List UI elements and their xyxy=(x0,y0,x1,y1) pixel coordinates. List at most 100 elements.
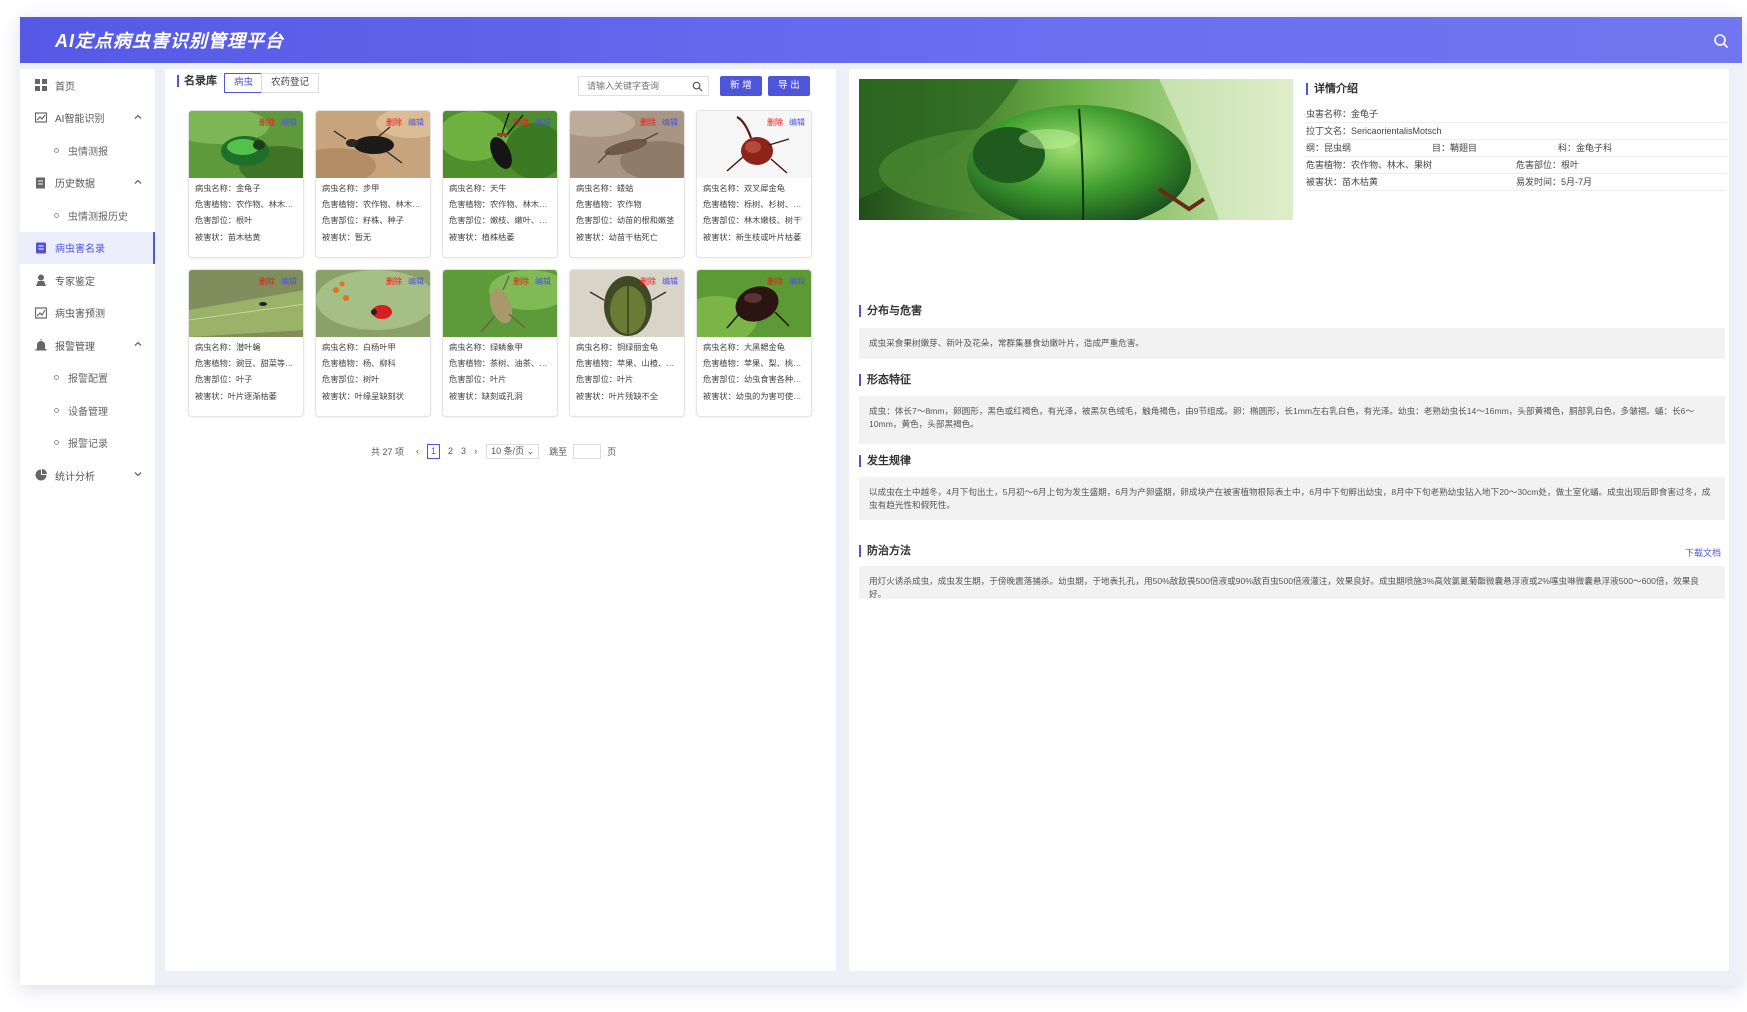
pest-info: 病虫名称：潜叶蝇 危害植物：豌豆、甜菜等蔬菜 危害部位：叶子 被害状：叶片逐渐枯… xyxy=(195,340,301,405)
sidebar-item-device-management[interactable]: 设备管理 xyxy=(20,394,155,427)
add-button[interactable]: 新 增 xyxy=(720,76,762,96)
pest-card[interactable]: 删除 编辑 病虫名称：铜绿丽金龟 危害植物：苹果、山楂、海棠 危害部位：叶片 被… xyxy=(569,269,685,417)
season-value: 易发时间：5月-7月 xyxy=(1516,177,1593,187)
search-icon[interactable] xyxy=(1710,30,1732,52)
search-field[interactable] xyxy=(578,76,709,96)
pest-card[interactable]: 删除 编辑 病虫名称：天牛 危害植物：农作物、林木、果树 危害部位：嫩枝、嫩叶、… xyxy=(442,110,558,258)
sidebar-item-label: 报警管理 xyxy=(55,341,95,353)
delete-button[interactable]: 删除 xyxy=(767,117,783,128)
sidebar-item-forecast[interactable]: 病虫害预测 xyxy=(20,297,155,330)
delete-button[interactable]: 删除 xyxy=(386,276,402,287)
pest-card[interactable]: 删除 编辑 病虫名称：白杨叶甲 危害植物：杨、柳科 危害部位：树叶 被害状：叶缘… xyxy=(315,269,431,417)
pest-name: 病虫名称：白杨叶甲 xyxy=(322,343,396,352)
edit-button[interactable]: 编辑 xyxy=(408,117,424,128)
pest-card[interactable]: 删除 编辑 病虫名称：步甲 危害植物：农作物、林木、果树 危害部位：籽株、种子 … xyxy=(315,110,431,258)
pest-card[interactable]: 删除 编辑 病虫名称：大黑鳃金龟 危害植物：苹果、梨、桃等果树 危害部位：幼虫食… xyxy=(696,269,812,417)
edit-button[interactable]: 编辑 xyxy=(281,117,297,128)
sidebar-item-alarm-records[interactable]: 报警记录 xyxy=(20,427,155,460)
edit-button[interactable]: 编辑 xyxy=(662,276,678,287)
edit-button[interactable]: 编辑 xyxy=(281,276,297,287)
pest-card[interactable]: 删除 编辑 病虫名称：双叉犀金龟 危害植物：栎树、杉树、榆树 危害部位：林木嫩枝… xyxy=(696,110,812,258)
pest-card[interactable]: 删除 编辑 病虫名称：绿鳞象甲 危害植物：茶树、油茶、柑橘 危害部位：叶片 被害… xyxy=(442,269,558,417)
edit-button[interactable]: 编辑 xyxy=(535,117,551,128)
detail-panel: 详情介绍 虫害名称：金龟子 拉丁文名：SericaorientalisMotsc… xyxy=(849,69,1729,971)
delete-button[interactable]: 删除 xyxy=(513,117,529,128)
pest-info: 病虫名称：步甲 危害植物：农作物、林木、果树 危害部位：籽株、种子 被害状：暂无 xyxy=(322,181,428,246)
jump-page-input[interactable] xyxy=(573,443,602,459)
delete-button[interactable]: 删除 xyxy=(767,276,783,287)
pest-name: 病虫名称：天牛 xyxy=(449,184,507,193)
page-size-select[interactable]: 10 条/页 ⌄ xyxy=(486,443,540,459)
chevron-up-icon xyxy=(134,179,142,184)
detail-title: 详情介绍 xyxy=(1306,83,1358,95)
sidebar-item-home[interactable]: 首页 xyxy=(20,69,155,102)
pest-symptom: 被害状：幼虫的为害可使幼苗枯死 xyxy=(703,391,809,401)
delete-button[interactable]: 删除 xyxy=(259,276,275,287)
edit-button[interactable]: 编辑 xyxy=(789,117,805,128)
pest-plant: 危害植物：栎树、杉树、榆树 xyxy=(703,200,809,210)
delete-button[interactable]: 删除 xyxy=(259,117,275,128)
sidebar-item-alarm-config[interactable]: 报警配置 xyxy=(20,362,155,395)
pest-hero-photo xyxy=(859,79,1293,220)
sidebar-item-expert[interactable]: 专家鉴定 xyxy=(20,264,155,297)
pest-name: 病虫名称：双叉犀金龟 xyxy=(703,184,785,193)
sidebar-item-pest-report-history[interactable]: 虫情测报历史 xyxy=(20,199,155,232)
edit-button[interactable]: 编辑 xyxy=(535,276,551,287)
edit-button[interactable]: 编辑 xyxy=(789,276,805,287)
tab-pesticide-registration[interactable]: 农药登记 xyxy=(261,73,320,93)
order-value: 目：鞘翅目 xyxy=(1432,143,1478,153)
pest-info: 病虫名称：金龟子 危害植物：农作物、林木、果树 危害部位：根叶 被害状：苗木枯黄 xyxy=(195,181,301,246)
page-3[interactable]: 3 xyxy=(461,446,466,456)
section-text-distribution: 成虫采食果树嫩芽、新叶及花朵，常群集暴食幼嫩叶片，造成严重危害。 xyxy=(859,328,1725,359)
sidebar-item-pest-report[interactable]: 虫情测报 xyxy=(20,134,155,167)
export-button[interactable]: 导 出 xyxy=(768,76,810,96)
pagination: 共 27 项 ‹ 1 2 3 › 10 条/页 ⌄ 跳至 页 xyxy=(371,443,616,459)
prev-page-icon[interactable]: ‹ xyxy=(416,446,419,456)
bullet-icon xyxy=(54,407,59,413)
pest-plant: 危害植物：苹果、梨、桃等果树 xyxy=(703,359,809,369)
sidebar-item-label: AI智能识别 xyxy=(55,114,105,126)
section-title-morphology: 形态特征 xyxy=(859,374,911,386)
sidebar-item-history[interactable]: 历史数据 xyxy=(20,167,155,200)
bullet-icon xyxy=(54,147,59,153)
edit-button[interactable]: 编辑 xyxy=(408,276,424,287)
sidebar-item-ai-recognition[interactable]: AI智能识别 xyxy=(20,102,155,135)
detail-row: 拉丁文名：SericaorientalisMotsch xyxy=(1306,123,1726,140)
pest-card[interactable]: 删除 编辑 病虫名称：金龟子 危害植物：农作物、林木、果树 危害部位：根叶 被害… xyxy=(188,110,304,258)
pest-name: 病虫名称：潜叶蝇 xyxy=(195,343,261,352)
delete-button[interactable]: 删除 xyxy=(513,276,529,287)
pest-part: 危害部位：嫩枝、嫩叶、树干 xyxy=(449,216,555,226)
tab-pests[interactable]: 病虫 xyxy=(224,73,264,93)
pest-symptom: 被害状：苗木枯黄 xyxy=(195,232,261,242)
pest-card[interactable]: 删除 编辑 病虫名称：蝼蛄 危害植物：农作物 危害部位：幼苗的根和嫩茎 被害状：… xyxy=(569,110,685,258)
pest-part: 危害部位：籽株、种子 xyxy=(322,216,404,226)
edit-button[interactable]: 编辑 xyxy=(662,117,678,128)
chevron-up-icon xyxy=(134,114,142,119)
sidebar-item-statistics[interactable]: 统计分析 xyxy=(20,459,155,492)
pest-symptom: 被害状：幼苗干枯死亡 xyxy=(576,232,658,242)
sidebar-item-alarm[interactable]: 报警管理 xyxy=(20,329,155,362)
page-2[interactable]: 2 xyxy=(448,446,453,456)
pest-plant: 危害植物：苹果、山楂、海棠 xyxy=(576,359,682,369)
alarm-icon xyxy=(35,339,47,351)
pest-name: 病虫名称：金龟子 xyxy=(195,184,261,193)
expert-icon xyxy=(35,274,47,287)
bullet-icon xyxy=(54,375,59,381)
pest-part: 危害部位：幼苗的根和嫩茎 xyxy=(576,216,675,226)
search-icon[interactable] xyxy=(692,81,703,92)
pest-card[interactable]: 删除 编辑 病虫名称：潜叶蝇 危害植物：豌豆、甜菜等蔬菜 危害部位：叶子 被害状… xyxy=(188,269,304,417)
delete-button[interactable]: 删除 xyxy=(640,276,656,287)
detail-row: 危害植物：农作物、林木、果树 危害部位：根叶 xyxy=(1306,157,1726,174)
section-title-control: 防治方法 xyxy=(859,545,911,557)
trend-icon xyxy=(35,307,47,319)
delete-button[interactable]: 删除 xyxy=(386,117,402,128)
pest-info: 病虫名称：白杨叶甲 危害植物：杨、柳科 危害部位：树叶 被害状：叶缘呈缺刻状 xyxy=(322,340,428,405)
page-1[interactable]: 1 xyxy=(427,443,441,459)
search-input[interactable] xyxy=(587,81,691,91)
pest-info: 病虫名称：铜绿丽金龟 危害植物：苹果、山楂、海棠 危害部位：叶片 被害状：叶片残… xyxy=(576,340,682,405)
download-document-link[interactable]: 下载文档 xyxy=(1685,546,1721,559)
sidebar-item-pest-directory[interactable]: 病虫害名录 xyxy=(20,231,155,264)
chevron-down-icon: ⌄ xyxy=(526,445,535,456)
delete-button[interactable]: 删除 xyxy=(640,117,656,128)
next-page-icon[interactable]: › xyxy=(474,446,477,456)
